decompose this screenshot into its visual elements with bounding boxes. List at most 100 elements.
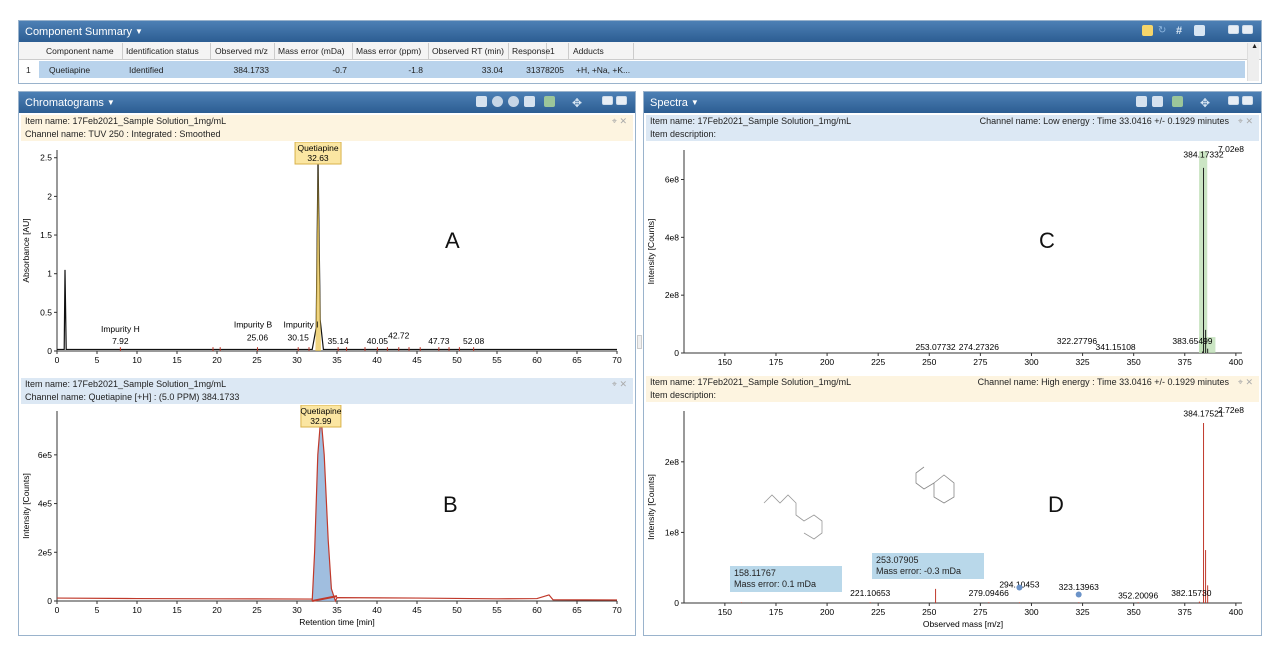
annotation-box-1: 158.11767 Mass error: 0.1 mDa bbox=[730, 566, 842, 592]
impurity-label: Impurity H bbox=[101, 324, 140, 334]
y-tick-label: 6e8 bbox=[665, 174, 679, 184]
panel-letter-a: A bbox=[445, 228, 460, 253]
x-tick-label: 5 bbox=[95, 355, 100, 365]
export-icon[interactable] bbox=[1172, 96, 1183, 107]
export-icon[interactable] bbox=[544, 96, 555, 107]
move-icon[interactable]: ✥ bbox=[572, 96, 583, 110]
column-header[interactable]: Response bbox=[509, 43, 550, 60]
peak-annotation: 7.92 bbox=[112, 336, 129, 346]
column-header[interactable]: Component name bbox=[43, 43, 123, 60]
x-tick-label: 175 bbox=[769, 357, 783, 367]
cell-observed-mz[interactable]: 384.1733 bbox=[212, 62, 272, 79]
x-tick-label: 60 bbox=[532, 605, 542, 615]
table-icon[interactable] bbox=[1152, 96, 1163, 107]
spectra-title[interactable]: Spectra bbox=[650, 97, 688, 109]
minimize-icon[interactable] bbox=[602, 96, 613, 105]
link-icon[interactable] bbox=[492, 96, 503, 107]
copy-icon[interactable] bbox=[476, 96, 487, 107]
annotation-error: Mass error: 0.1 mDa bbox=[734, 579, 817, 589]
cell-mass-error-ppm[interactable]: -1.8 bbox=[353, 62, 426, 79]
move-icon[interactable]: ✥ bbox=[1200, 96, 1211, 110]
cell-response[interactable]: 31378205 bbox=[509, 62, 567, 79]
close-icon[interactable]: ✕ bbox=[1245, 377, 1253, 388]
chevron-down-icon[interactable]: ▼ bbox=[135, 27, 143, 36]
chromatograms-panel: Chromatograms ▼ ✥ Item name: 17Feb2021_Sa… bbox=[18, 91, 636, 636]
chevron-down-icon[interactable]: ▼ bbox=[107, 98, 115, 107]
x-tick-label: 50 bbox=[452, 605, 462, 615]
peak-label: 322.27796 bbox=[1057, 336, 1097, 346]
x-tick-label: 60 bbox=[532, 355, 542, 365]
channel-name-d: Channel name: High energy : Time 33.0416… bbox=[977, 377, 1229, 387]
cell-mass-error-mda[interactable]: -0.7 bbox=[275, 62, 350, 79]
close-icon[interactable]: ✕ bbox=[1245, 116, 1253, 127]
y-tick-label: 0 bbox=[47, 346, 52, 356]
x-tick-label: 200 bbox=[820, 607, 834, 617]
panel-splitter[interactable] bbox=[637, 335, 642, 349]
cell-observed-rt[interactable]: 33.04 bbox=[429, 62, 506, 79]
scroll-up-icon[interactable]: ▲ bbox=[1251, 43, 1258, 50]
maximize-icon[interactable] bbox=[616, 96, 627, 105]
close-icon[interactable]: ✕ bbox=[619, 379, 627, 390]
pin-icon[interactable]: ⌖ bbox=[612, 116, 617, 127]
cell-identification-status[interactable]: Identified bbox=[126, 62, 167, 79]
x-tick-label: 50 bbox=[452, 355, 462, 365]
maximize-icon[interactable] bbox=[1242, 25, 1253, 34]
target-icon[interactable] bbox=[508, 96, 519, 107]
x-tick-label: 15 bbox=[172, 355, 182, 365]
x-tick-label: 25 bbox=[252, 605, 262, 615]
pin-icon[interactable]: ⌖ bbox=[1238, 377, 1243, 388]
panel-letter-d: D bbox=[1048, 492, 1064, 517]
y-tick-label: 1 bbox=[47, 269, 52, 279]
x-tick-label: 45 bbox=[412, 355, 422, 365]
pin-icon[interactable]: ⌖ bbox=[612, 379, 617, 390]
column-header[interactable]: Observed RT (min) bbox=[429, 43, 509, 60]
chromatogram-b-plot[interactable]: 0 5 10 15 20 25 30 35 40 45 50 55 60 65 70 0 2e5 4e5 6e5 In… bbox=[19, 405, 635, 635]
cell-component-name[interactable]: Quetiapine bbox=[46, 62, 93, 79]
column-header[interactable]: Adducts bbox=[570, 43, 634, 60]
x-tick-label: 0 bbox=[55, 355, 60, 365]
table-icon[interactable] bbox=[524, 96, 535, 107]
component-summary-title[interactable]: Component Summary bbox=[25, 26, 132, 38]
column-header[interactable]: Identification status bbox=[123, 43, 211, 60]
minimize-icon[interactable] bbox=[1228, 96, 1239, 105]
chromatogram-a-plot[interactable]: 0 5 10 15 20 25 30 35 40 45 50 55 60 65 70 0 0.5 1 1.5 2 2.5… bbox=[19, 142, 635, 378]
column-header[interactable]: Mass error (mDa) bbox=[275, 43, 353, 60]
x-tick-label: 55 bbox=[492, 355, 502, 365]
copy-icon[interactable] bbox=[1136, 96, 1147, 107]
spectrum-c-plot[interactable]: 150 175 200 225 250 275 300 325 350 375 400 0 2e8 4e8… bbox=[644, 142, 1261, 374]
info-icon[interactable] bbox=[1142, 25, 1153, 36]
close-icon[interactable]: ✕ bbox=[619, 116, 627, 127]
y-axis-label: Intensity [Counts] bbox=[646, 474, 656, 540]
hash-icon[interactable]: # bbox=[1176, 25, 1187, 37]
refresh-icon[interactable]: ↻ bbox=[1158, 25, 1169, 36]
column-header[interactable]: Mass error (ppm) bbox=[353, 43, 429, 60]
item-name-c: Item name: 17Feb2021_Sample Solution_1mg… bbox=[646, 115, 1259, 128]
peak-annotation: 25.06 bbox=[247, 332, 269, 342]
x-tick-label: 20 bbox=[212, 355, 222, 365]
chevron-down-icon[interactable]: ▼ bbox=[691, 98, 699, 107]
column-header[interactable]: Observed m/z bbox=[212, 43, 275, 60]
x-tick-label: 30 bbox=[292, 355, 302, 365]
minimize-icon[interactable] bbox=[1228, 25, 1239, 34]
x-tick-label: 275 bbox=[973, 607, 987, 617]
peak-annotation: 47.73 bbox=[428, 336, 450, 346]
chromatogram-trace bbox=[56, 415, 618, 603]
annotation-error: Mass error: -0.3 mDa bbox=[876, 566, 962, 576]
maximize-icon[interactable] bbox=[1242, 96, 1253, 105]
item-name-b: Item name: 17Feb2021_Sample Solution_1mg… bbox=[21, 378, 633, 391]
fragment-structure-2 bbox=[915, 466, 955, 504]
spectrum-d-plot[interactable]: 150 175 200 225 250 275 300 325 350 375 400 0 1e8 2e8… bbox=[644, 403, 1261, 635]
peak-label: 382.15730 bbox=[1171, 588, 1211, 598]
sort-indicator[interactable]: 1 bbox=[547, 43, 569, 60]
peak-label: 383.65499 bbox=[1172, 336, 1212, 346]
chromatograms-title[interactable]: Chromatograms bbox=[25, 97, 104, 109]
cell-adducts[interactable]: +H, +Na, +K... bbox=[573, 62, 633, 79]
x-tick-label: 300 bbox=[1024, 357, 1038, 367]
x-tick-label: 20 bbox=[212, 605, 222, 615]
x-tick-label: 200 bbox=[820, 357, 834, 367]
y-axis-label: Intensity [Counts] bbox=[646, 219, 656, 285]
pin-icon[interactable]: ⌖ bbox=[1238, 116, 1243, 127]
x-tick-label: 275 bbox=[973, 357, 987, 367]
display-options-icon[interactable] bbox=[1194, 25, 1205, 36]
panel-letter-b: B bbox=[443, 492, 458, 517]
